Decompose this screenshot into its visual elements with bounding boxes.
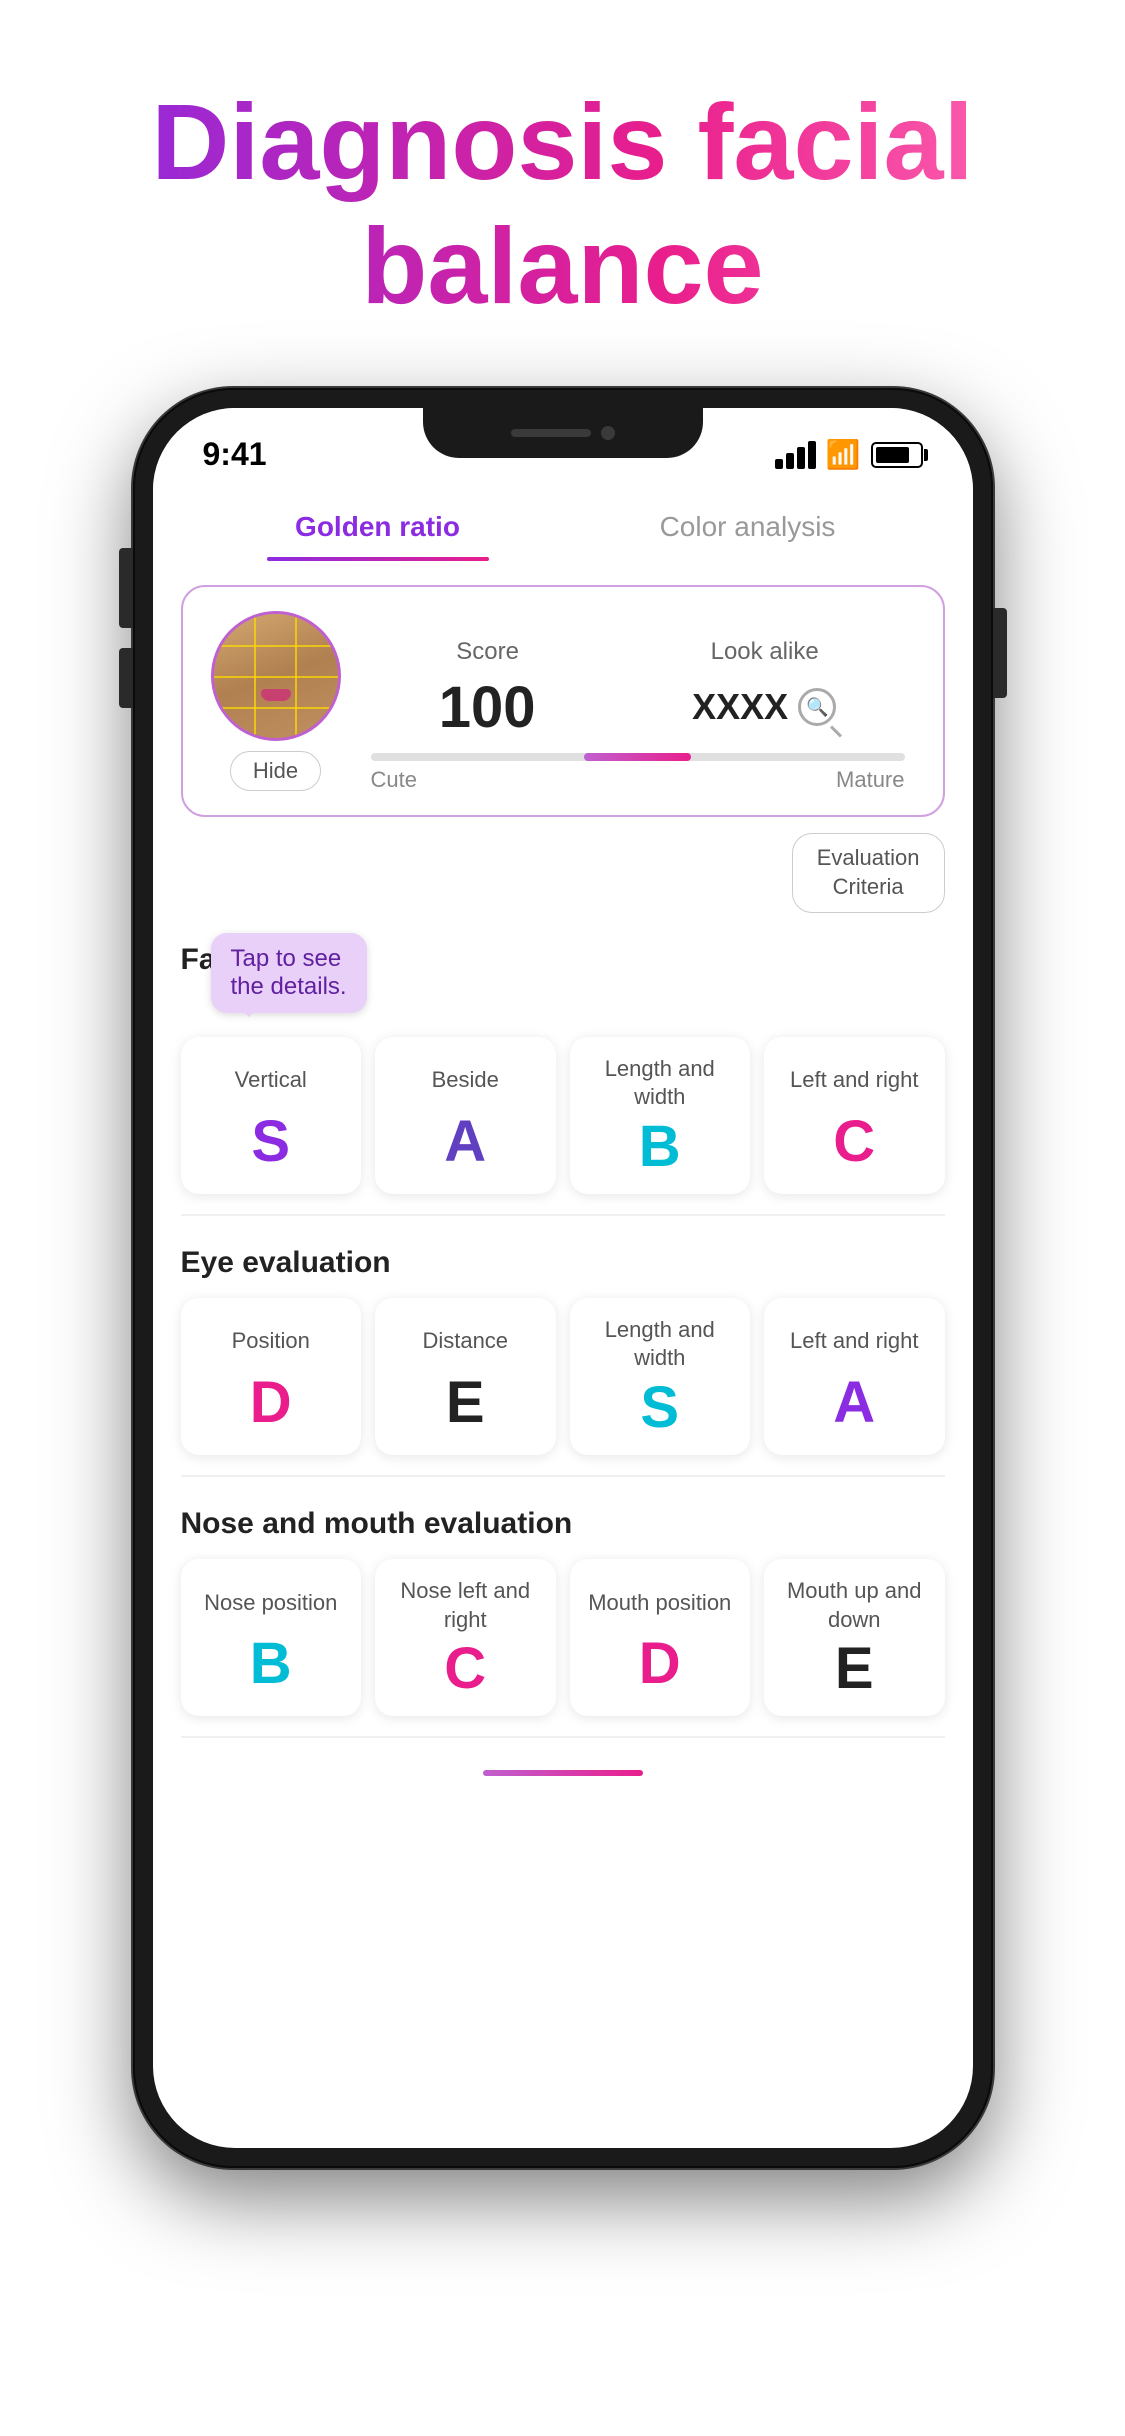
eye-eval-grid: Position D Distance E Length and width S… xyxy=(181,1298,945,1455)
phone-screen: 9:41 📶 Golden ratio Color analysi xyxy=(153,408,973,2148)
eye-eval-title: Eye evaluation xyxy=(181,1246,945,1280)
slider-mature-label: Mature xyxy=(836,767,904,793)
mouth-eval-card-ud[interactable]: Mouth up and down E xyxy=(764,1559,945,1716)
title-section: Diagnosis facial balance xyxy=(0,0,1125,388)
slider-cute-label: Cute xyxy=(371,767,417,793)
phone-notch xyxy=(423,408,703,458)
home-indicator xyxy=(153,1748,973,1808)
face-eval-grade-vertical: S xyxy=(251,1113,290,1171)
eye-eval-label-position: Position xyxy=(232,1316,310,1368)
mouth-eval-card-position[interactable]: Mouth position D xyxy=(570,1559,751,1716)
avatar xyxy=(211,611,341,741)
nose-eval-card-lr[interactable]: Nose left and right C xyxy=(375,1559,556,1716)
score-card: Hide Score Look alike 100 XXXX 🔍 xyxy=(181,585,945,817)
score-label: Score xyxy=(456,638,519,666)
nose-mouth-eval-title: Nose and mouth evaluation xyxy=(181,1507,945,1541)
tab-bar: Golden ratio Color analysis xyxy=(153,483,973,561)
eye-eval-label-lr: Left and right xyxy=(790,1316,918,1368)
score-info: Score Look alike 100 XXXX 🔍 xyxy=(361,638,915,765)
nose-eval-label-position: Nose position xyxy=(204,1577,337,1629)
signal-icon xyxy=(775,441,816,469)
power-button xyxy=(993,608,1007,698)
tooltip-bubble: Tap to seethe details. xyxy=(211,933,367,1013)
nose-eval-card-position[interactable]: Nose position B xyxy=(181,1559,362,1716)
eye-eval-label-distance: Distance xyxy=(422,1316,508,1368)
eye-eval-card-lw[interactable]: Length and width S xyxy=(570,1298,751,1455)
face-eval-label-vertical: Vertical xyxy=(235,1055,307,1107)
silent-switch xyxy=(119,548,133,588)
status-icons: 📶 xyxy=(775,438,923,471)
mouth-eval-label-ud: Mouth up and down xyxy=(778,1577,931,1634)
eye-evaluation-section: Eye evaluation Position D Distance E Len… xyxy=(153,1226,973,1465)
eye-eval-card-lr[interactable]: Left and right A xyxy=(764,1298,945,1455)
score-value: 100 xyxy=(439,674,536,741)
eye-eval-card-distance[interactable]: Distance E xyxy=(375,1298,556,1455)
face-eval-grade-lr: C xyxy=(833,1113,875,1171)
face-eval-card-length-width[interactable]: Length and width B xyxy=(570,1037,751,1194)
face-eval-label-beside: Beside xyxy=(432,1055,499,1107)
eye-eval-label-lw: Length and width xyxy=(584,1316,737,1373)
nose-eval-grade-position: B xyxy=(250,1635,292,1693)
phone-mockup: 9:41 📶 Golden ratio Color analysi xyxy=(133,388,993,2168)
face-eval-card-vertical[interactable]: Vertical S xyxy=(181,1037,362,1194)
face-eval-grade-beside: A xyxy=(444,1113,486,1171)
criteria-button-wrapper: EvaluationCriteria xyxy=(153,833,973,922)
battery-icon xyxy=(871,442,923,468)
look-alike-label: Look alike xyxy=(711,638,819,666)
divider-1 xyxy=(181,1214,945,1216)
mouth-feature xyxy=(261,689,291,701)
eye-eval-grade-distance: E xyxy=(446,1374,485,1432)
eye-eval-card-position[interactable]: Position D xyxy=(181,1298,362,1455)
divider-3 xyxy=(181,1736,945,1738)
camera xyxy=(601,426,615,440)
tab-golden-ratio[interactable]: Golden ratio xyxy=(193,493,563,561)
search-icon[interactable]: 🔍 xyxy=(798,688,836,726)
face-eval-card-leftright[interactable]: Left and right C xyxy=(764,1037,945,1194)
hide-button[interactable]: Hide xyxy=(230,751,321,791)
app-title: Diagnosis facial balance xyxy=(60,80,1065,328)
mouth-eval-label-position: Mouth position xyxy=(588,1577,731,1629)
score-slider: Cute Mature xyxy=(371,749,905,765)
mouth-eval-grade-ud: E xyxy=(835,1640,874,1698)
evaluation-criteria-button[interactable]: EvaluationCriteria xyxy=(792,833,945,912)
face-evaluation-section: Face eva... Tap to seethe details. Verti… xyxy=(153,923,973,1204)
speaker xyxy=(511,429,591,437)
avatar-section: Hide xyxy=(211,611,341,791)
nose-eval-grade-lr: C xyxy=(444,1640,486,1698)
nose-mouth-evaluation-section: Nose and mouth evaluation Nose position … xyxy=(153,1487,973,1726)
eye-eval-grade-position: D xyxy=(250,1374,292,1432)
mouth-eval-grade-position: D xyxy=(639,1635,681,1693)
face-eval-label-lr: Left and right xyxy=(790,1055,918,1107)
face-eval-card-beside[interactable]: Beside A xyxy=(375,1037,556,1194)
nose-eval-label-lr: Nose left and right xyxy=(389,1577,542,1634)
nose-mouth-eval-grid: Nose position B Nose left and right C Mo… xyxy=(181,1559,945,1716)
status-time: 9:41 xyxy=(203,436,267,473)
eye-eval-grade-lw: S xyxy=(640,1379,679,1437)
volume-down-button xyxy=(119,648,133,708)
divider-2 xyxy=(181,1475,945,1477)
eye-eval-grade-lr: A xyxy=(833,1374,875,1432)
wifi-icon: 📶 xyxy=(826,438,861,471)
face-eval-grid: Vertical S Beside A Length and width B L… xyxy=(181,1037,945,1194)
face-eval-grade-lw: B xyxy=(639,1118,681,1176)
face-eval-label-lw: Length and width xyxy=(584,1055,737,1112)
look-alike-value: XXXX 🔍 xyxy=(692,686,836,728)
tab-color-analysis[interactable]: Color analysis xyxy=(563,493,933,561)
home-bar xyxy=(483,1770,643,1776)
